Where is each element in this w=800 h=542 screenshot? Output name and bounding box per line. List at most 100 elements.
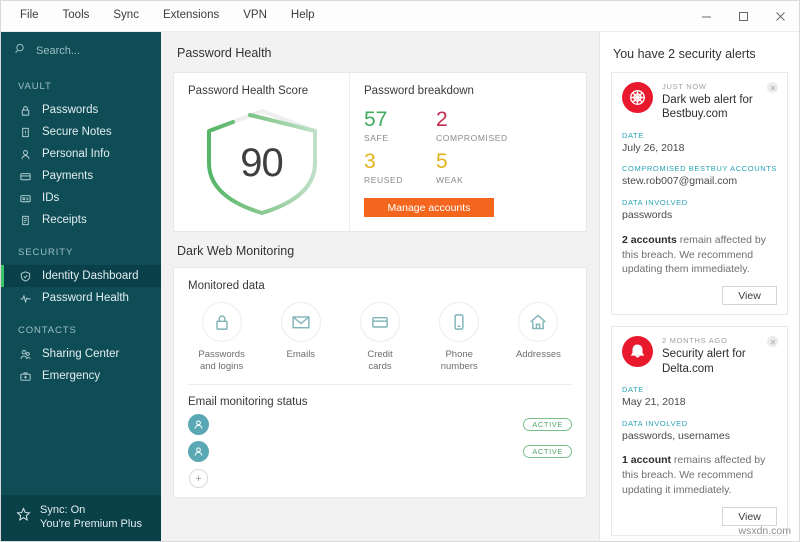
application-window: File Tools Sync Extensions VPN Help Search...… [0,0,800,542]
sidebar-item-password-health[interactable]: Password Health [1,287,161,309]
monitored-item-addresses[interactable]: Addresses [499,302,578,372]
monitored-item-passwords[interactable]: Passwords and logins [182,302,261,372]
breakdown-stats: 57 SAFE 2 COMPROMISED 3 REUSED 5 WEAK [364,109,572,185]
sidebar-item-receipts[interactable]: Receipts [1,209,161,231]
menu-item-file[interactable]: File [9,5,50,27]
score-title: Password Health Score [188,85,309,97]
email-monitoring-row[interactable]: ACTIVE [174,408,586,436]
nav-heading-security: SECURITY [18,247,74,258]
stat-weak: 5 WEAK [436,151,572,185]
spider-web-icon [622,82,653,113]
search-icon [15,42,27,60]
monitored-item-credit[interactable]: Credit cards [340,302,419,372]
sidebar-item-payments[interactable]: Payments [1,165,161,187]
monitored-data-list: Passwords and logins Emails Credit cards Phon… [174,292,586,372]
maximize-button[interactable] [725,1,762,32]
alert-field: DATE July 26, 2018 [622,131,777,156]
share-icon [18,347,32,361]
lock-icon [18,103,32,117]
nav-heading-contacts: CONTACTS [18,325,77,336]
view-alert-button[interactable]: View [722,507,777,527]
alert-header: JUST NOW Dark web alert for Bestbuy.com [622,82,777,122]
sidebar-item-label: IDs [42,192,60,204]
alert-field-label: DATA INVOLVED [622,418,688,428]
alert-title: Dark web alert for Bestbuy.com [662,94,753,121]
stat-value: 57 [364,108,388,131]
health-score-gauge: 90 [187,101,337,221]
note-icon [18,125,32,139]
star-icon [16,507,31,527]
main-content: Password Health Password Health Score 90… [161,32,599,541]
status-badge: ACTIVE [523,444,572,459]
monitored-item-phone[interactable]: Phone numbers [420,302,499,372]
view-alert-button[interactable]: View [722,286,777,306]
page-title: Password Health [161,32,599,72]
menu-item-tools[interactable]: Tools [52,5,101,27]
alert-field-label: COMPROMISED BESTBUY ACCOUNTS [622,164,778,174]
sidebar-item-ids[interactable]: IDs [1,187,161,209]
stat-reused: 3 REUSED [364,151,436,185]
alert-message: 1 account remains affected by this breac… [622,454,766,497]
sidebar-item-label: Identity Dashboard [42,270,139,282]
alert-field-value: passwords, usernames [622,429,730,442]
alert-field: DATA INVOLVED passwords [622,198,777,223]
emergency-kit-icon [18,369,32,383]
home-icon [518,302,559,342]
search-placeholder: Search... [36,45,81,57]
sidebar-item-emergency[interactable]: Emergency [1,365,161,387]
minimize-button[interactable] [688,1,725,32]
monitored-item-label: Credit cards [367,349,393,372]
stat-label: REUSED [364,175,404,185]
menu-item-help[interactable]: Help [280,5,326,27]
alerts-list: JUST NOW Dark web alert for Bestbuy.com DA… [611,72,788,541]
sidebar-item-secure-notes[interactable]: Secure Notes [1,121,161,143]
sidebar-item-sharing-center[interactable]: Sharing Center [1,343,161,365]
credit-card-icon [18,169,32,183]
alert-field-value: stew.rob007@gmail.com [622,175,738,188]
status-badge: ACTIVE [523,417,572,432]
menu-item-sync[interactable]: Sync [102,5,150,27]
avatar [188,414,209,436]
monitored-item-emails[interactable]: Emails [261,302,340,372]
dismiss-alert-button[interactable] [767,82,778,93]
stat-compromised: 2 COMPROMISED [436,109,572,143]
alert-field-label: DATA INVOLVED [622,198,688,208]
alert-header: 2 MONTHS AGO Security alert for Delta.com [622,336,777,376]
stat-label: SAFE [364,133,389,143]
security-alert-card: JUST NOW Dark web alert for Bestbuy.com DA… [611,72,788,316]
alert-field-value: May 21, 2018 [622,396,686,409]
close-button[interactable] [762,1,799,32]
credit-card-icon [360,302,400,342]
menu-item-extensions[interactable]: Extensions [152,5,230,27]
window-body: Search... VAULT Passwords Secure Notes Pers… [1,32,799,541]
sidebar-footer[interactable]: Sync: On You're Premium Plus [1,495,161,541]
sidebar-item-label: Payments [42,170,94,182]
alert-field: DATA INVOLVED passwords, usernames [622,419,777,444]
email-monitoring-row[interactable]: ACTIVE [174,435,586,463]
dark-web-monitoring-card: Monitored data Passwords and logins Emails… [173,267,587,499]
sidebar-item-label: Personal Info [42,148,110,160]
alert-field-label: DATE [622,130,644,140]
dark-web-section-title: Dark Web Monitoring [177,244,295,258]
sync-status: Sync: On [40,504,86,516]
score-panel: Password Health Score 90 [174,73,350,231]
sidebar-item-personal-info[interactable]: Personal Info [1,143,161,165]
stat-label: WEAK [436,175,464,185]
stat-label: COMPROMISED [436,133,508,143]
security-alerts-panel: You have 2 security alerts JUST NOW Dark … [599,32,799,541]
stat-value: 3 [364,150,376,173]
sidebar-item-identity-dashboard[interactable]: Identity Dashboard [1,265,161,287]
manage-accounts-button[interactable]: Manage accounts [364,198,494,217]
menu-item-vpn[interactable]: VPN [232,5,278,27]
alert-title: Security alert for Delta.com [662,348,746,375]
add-email-button[interactable]: + [189,469,208,489]
sidebar-item-label: Sharing Center [42,348,120,360]
sidebar-item-label: Emergency [42,370,101,382]
pulse-icon [18,291,32,305]
person-icon [18,147,32,161]
shield-icon [18,269,32,283]
search-input[interactable]: Search... [1,32,161,70]
sidebar-item-passwords[interactable]: Passwords [1,99,161,121]
monitored-item-label: Passwords and logins [198,349,245,372]
